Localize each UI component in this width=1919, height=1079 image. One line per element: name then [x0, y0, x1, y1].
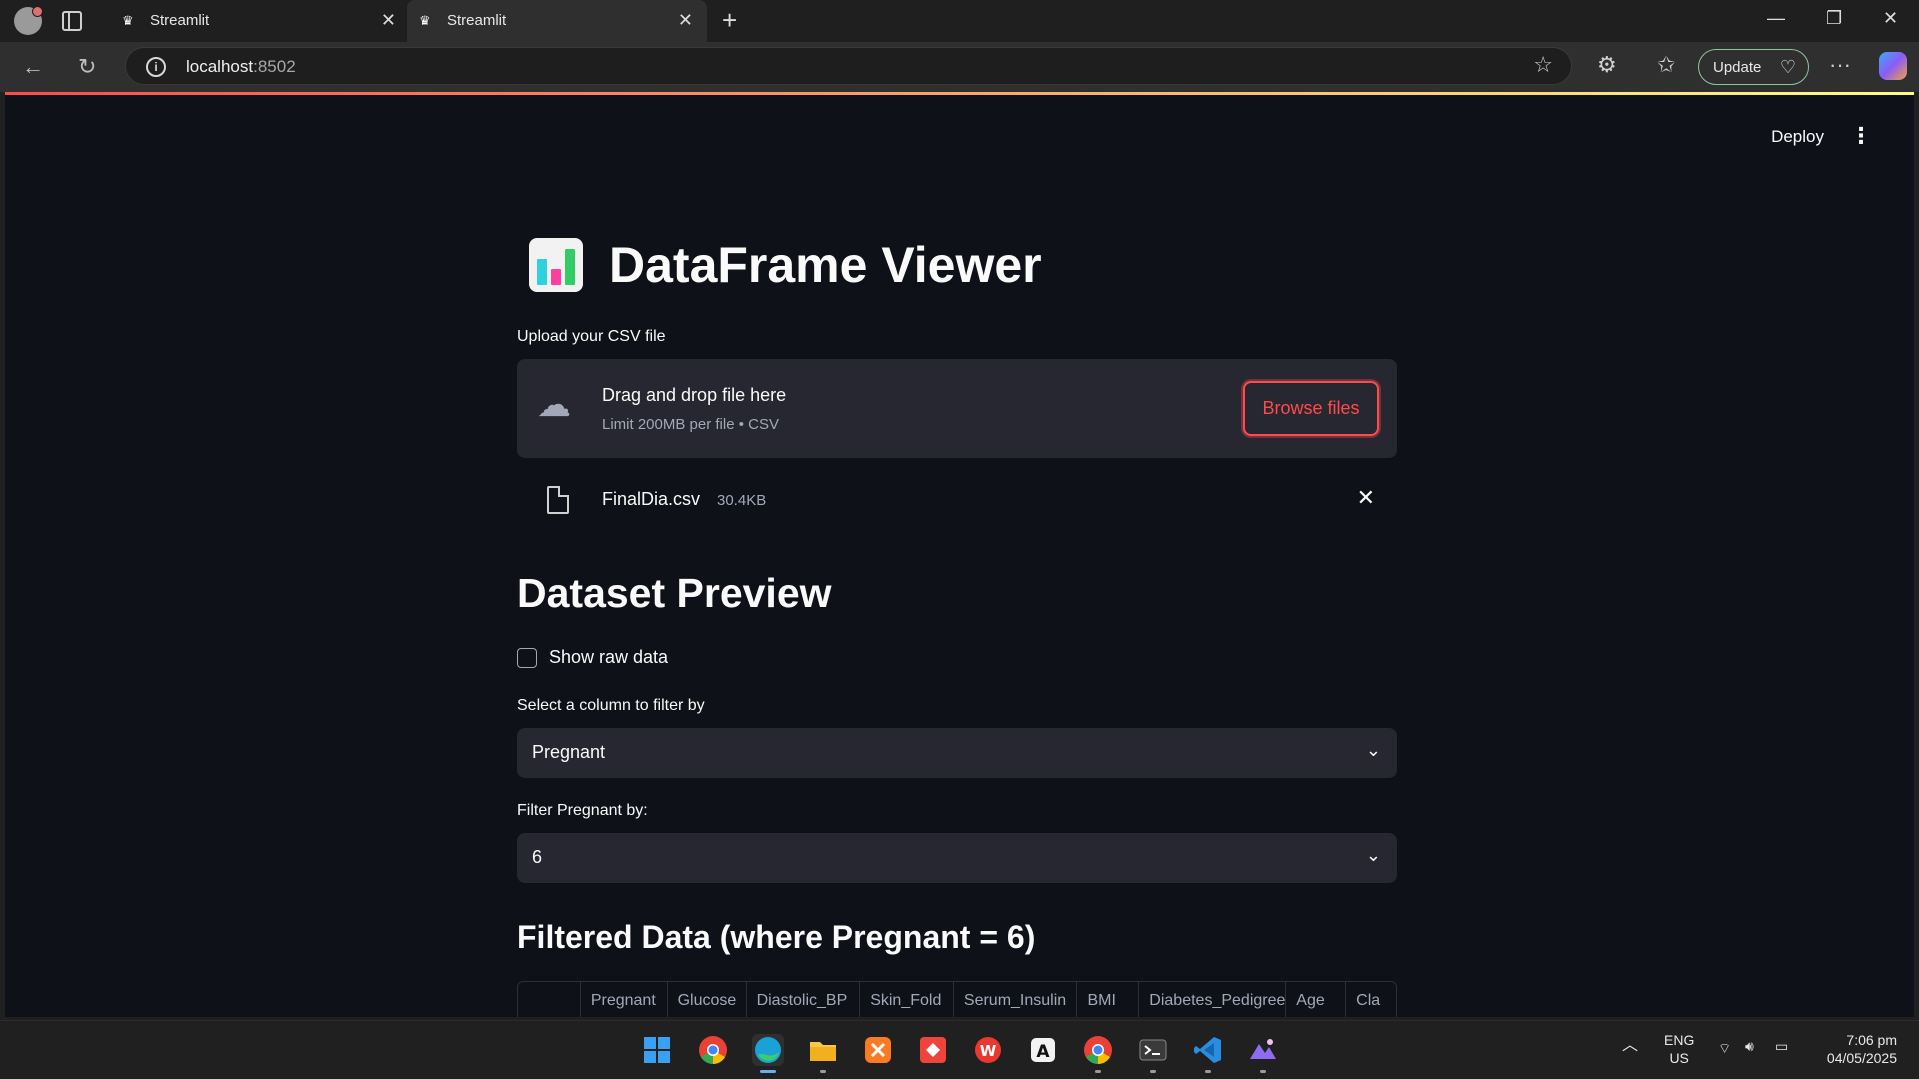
wps-office-icon[interactable]: W: [972, 1034, 1004, 1066]
main-menu-icon[interactable]: ⋮: [1850, 123, 1872, 149]
volume-icon[interactable]: 🔊︎: [1745, 1037, 1754, 1055]
filtered-data-heading: Filtered Data (where Pregnant = 6): [517, 919, 1036, 955]
reload-icon[interactable]: ↻: [78, 54, 96, 80]
dataset-preview-heading: Dataset Preview: [517, 570, 832, 616]
font-app-icon[interactable]: A: [1027, 1034, 1059, 1066]
tab-close-icon[interactable]: ✕: [381, 10, 396, 31]
url-input[interactable]: i localhost:8502 ☆: [125, 47, 1572, 85]
restore-icon[interactable]: ❐: [1826, 8, 1842, 29]
svg-text:W: W: [980, 1042, 997, 1060]
column-select-value: Pregnant: [532, 742, 606, 762]
table-header-cell[interactable]: Diastolic_BP: [747, 982, 861, 1017]
file-dropzone[interactable]: ☁ Drag and drop file here Limit 200MB pe…: [517, 359, 1397, 458]
chevron-down-icon: ⌄: [1365, 845, 1381, 865]
streamlit-crown-icon: ♛: [419, 13, 431, 28]
svg-text:A: A: [1036, 1042, 1050, 1062]
table-header-index[interactable]: [518, 982, 581, 1017]
extensions-icon[interactable]: ⚙: [1597, 52, 1617, 78]
windows-start-icon[interactable]: [641, 1034, 673, 1066]
streamlit-crown-icon: ♛: [122, 13, 134, 28]
chrome-icon[interactable]: [697, 1034, 729, 1066]
copilot-icon[interactable]: [1879, 52, 1907, 80]
back-arrow-icon[interactable]: ←: [22, 54, 44, 80]
url-text: localhost:8502: [186, 57, 296, 76]
language-indicator[interactable]: ENG US: [1664, 1031, 1694, 1067]
app-viewport: Deploy ⋮ DataFrame Viewer Upload your CS…: [5, 92, 1914, 1017]
header-decoration-stripe: [5, 92, 1914, 95]
clock[interactable]: 7:06 pm 04/05/2025: [1813, 1031, 1897, 1067]
vscode-icon[interactable]: [1192, 1034, 1224, 1073]
browser-tab-bar: ♛ Streamlit ✕ ♛ Streamlit ✕ + — ❐ ✕: [0, 0, 1919, 42]
filtered-data-table[interactable]: Pregnant Glucose Diastolic_BP Skin_Fold …: [517, 981, 1397, 1017]
uploaded-file-row: FinalDia.csv 30.4KB ✕: [517, 472, 1397, 528]
checkbox-box[interactable]: [517, 648, 537, 668]
value-select-label: Filter Pregnant by:: [517, 802, 648, 819]
tab-actions-icon[interactable]: [62, 11, 82, 31]
file-explorer-icon[interactable]: [807, 1034, 839, 1073]
uploaded-file-name: FinalDia.csv: [602, 489, 701, 509]
deploy-button[interactable]: Deploy: [1771, 127, 1824, 147]
title-text: DataFrame Viewer: [609, 237, 1042, 293]
browser-tab-1[interactable]: ♛ Streamlit ✕: [110, 0, 410, 42]
photos-app-icon[interactable]: [1247, 1034, 1279, 1073]
column-select[interactable]: Pregnant ⌄: [517, 728, 1397, 778]
column-select-label: Select a column to filter by: [517, 697, 705, 714]
heart-pulse-icon: ♡: [1779, 57, 1796, 77]
table-header-cell[interactable]: Pregnant: [581, 982, 668, 1017]
chrome-profile-icon[interactable]: [1082, 1034, 1114, 1073]
table-header-cell[interactable]: BMI: [1077, 982, 1140, 1017]
uploader-label: Upload your CSV file: [517, 328, 666, 345]
profile-avatar[interactable]: [14, 6, 43, 35]
table-header-cell[interactable]: Skin_Fold: [860, 982, 954, 1017]
edge-browser-icon[interactable]: [752, 1034, 784, 1073]
windows-taskbar: W A ︿ ENG US ⌔ 🔊︎ ▭ 7:06 pm 04/05/2025: [0, 1020, 1919, 1079]
update-button[interactable]: Update ♡: [1698, 49, 1809, 85]
close-window-icon[interactable]: ✕: [1883, 8, 1898, 29]
cloud-upload-icon: ☁: [537, 386, 571, 424]
tab-close-icon[interactable]: ✕: [678, 10, 693, 31]
site-info-icon[interactable]: i: [146, 57, 166, 77]
battery-icon[interactable]: ▭: [1775, 1037, 1788, 1055]
browser-tab-2[interactable]: ♛ Streamlit ✕: [407, 0, 707, 42]
browser-address-bar: ← ↻ i localhost:8502 ☆ ⚙ ✩ Update ♡ ···: [0, 42, 1919, 92]
table-header-cell[interactable]: Glucose: [668, 982, 747, 1017]
remove-file-icon[interactable]: ✕: [1357, 485, 1375, 511]
more-menu-icon[interactable]: ···: [1829, 52, 1851, 78]
table-header-cell[interactable]: Cla: [1346, 982, 1396, 1017]
value-select[interactable]: 6 ⌄: [517, 833, 1397, 883]
wifi-icon[interactable]: ⌔: [1718, 1039, 1731, 1057]
table-header-cell[interactable]: Serum_Insulin: [954, 982, 1078, 1017]
uploaded-file-size: 30.4KB: [717, 492, 767, 509]
bar-chart-icon: [529, 238, 583, 292]
browse-files-button[interactable]: Browse files: [1243, 381, 1379, 436]
dropzone-title: Drag and drop file here: [602, 385, 787, 405]
xampp-icon[interactable]: [862, 1034, 894, 1066]
tab-label: Streamlit: [447, 12, 507, 29]
table-header-cell[interactable]: Diabetes_Pedigree: [1139, 982, 1287, 1017]
value-select-value: 6: [532, 847, 543, 867]
minimize-icon[interactable]: —: [1767, 8, 1785, 29]
favorite-star-icon[interactable]: ☆: [1533, 52, 1553, 78]
favorites-icon[interactable]: ✩: [1657, 52, 1675, 78]
anydesk-icon[interactable]: [917, 1034, 949, 1066]
file-icon: [547, 486, 569, 514]
new-tab-icon[interactable]: +: [722, 5, 737, 36]
table-header-cell[interactable]: Age: [1286, 982, 1347, 1017]
tab-label: Streamlit: [150, 12, 210, 29]
chevron-down-icon: ⌄: [1365, 740, 1381, 760]
tray-overflow-chevron-icon[interactable]: ︿: [1622, 1037, 1638, 1055]
terminal-icon[interactable]: [1137, 1034, 1169, 1073]
dropzone-limit: Limit 200MB per file • CSV: [602, 416, 779, 433]
checkbox-label: Show raw data: [549, 647, 669, 667]
